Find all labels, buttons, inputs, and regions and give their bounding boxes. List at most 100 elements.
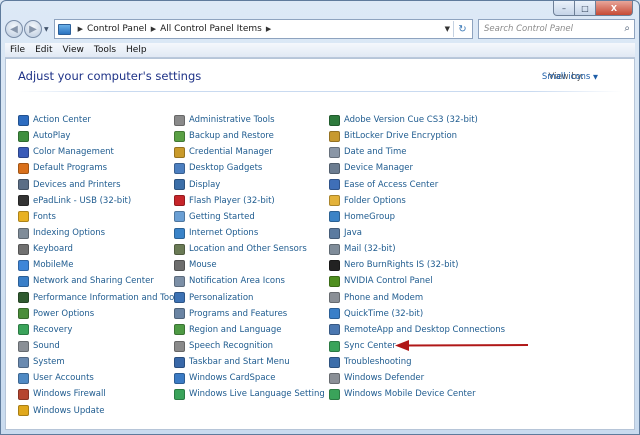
cp-item-label[interactable]: Region and Language <box>189 325 281 335</box>
cp-item-label[interactable]: Mail (32-bit) <box>344 244 396 254</box>
cp-item-device-manager[interactable]: Device Manager <box>329 160 505 176</box>
maximize-button[interactable]: □ <box>575 1 596 16</box>
cp-item-label[interactable]: Nero BurnRights IS (32-bit) <box>344 260 458 270</box>
cp-item-windows-cardspace[interactable]: Windows CardSpace <box>174 370 325 386</box>
cp-item-label[interactable]: Default Programs <box>33 163 107 173</box>
cp-item-epadlink-usb-32-bit[interactable]: ePadLink - USB (32-bit) <box>18 193 181 209</box>
cp-item-label[interactable]: Color Management <box>33 147 114 157</box>
cp-item-label[interactable]: Sync Center <box>344 341 396 351</box>
cp-item-mail-32-bit[interactable]: Mail (32-bit) <box>329 241 505 257</box>
cp-item-label[interactable]: Display <box>189 180 220 190</box>
cp-item-label[interactable]: Adobe Version Cue CS3 (32-bit) <box>344 115 478 125</box>
cp-item-system[interactable]: System <box>18 354 181 370</box>
cp-item-devices-and-printers[interactable]: Devices and Printers <box>18 177 181 193</box>
cp-item-keyboard[interactable]: Keyboard <box>18 241 181 257</box>
cp-item-label[interactable]: BitLocker Drive Encryption <box>344 131 457 141</box>
cp-item-label[interactable]: Desktop Gadgets <box>189 163 262 173</box>
cp-item-label[interactable]: Windows Update <box>33 406 104 416</box>
cp-item-label[interactable]: Keyboard <box>33 244 73 254</box>
cp-item-sound[interactable]: Sound <box>18 338 181 354</box>
close-button[interactable]: X <box>596 1 633 16</box>
cp-item-label[interactable]: Ease of Access Center <box>344 180 438 190</box>
cp-item-label[interactable]: Administrative Tools <box>189 115 275 125</box>
address-bar[interactable]: ▶ Control Panel ▶ All Control Panel Item… <box>53 19 473 39</box>
view-by-dropdown[interactable]: Small icons ▼ <box>542 72 598 82</box>
cp-item-mobileme[interactable]: MobileMe <box>18 257 181 273</box>
cp-item-label[interactable]: Taskbar and Start Menu <box>189 357 290 367</box>
cp-item-label[interactable]: Sound <box>33 341 60 351</box>
cp-item-label[interactable]: QuickTime (32-bit) <box>344 309 423 319</box>
cp-item-label[interactable]: Credential Manager <box>189 147 273 157</box>
cp-item-label[interactable]: System <box>33 357 65 367</box>
cp-item-notification-area-icons[interactable]: Notification Area Icons <box>174 273 325 289</box>
breadcrumb-separator-icon[interactable]: ▶ <box>266 25 271 33</box>
cp-item-mouse[interactable]: Mouse <box>174 257 325 273</box>
cp-item-windows-live-language-setting[interactable]: Windows Live Language Setting <box>174 386 325 402</box>
cp-item-backup-and-restore[interactable]: Backup and Restore <box>174 128 325 144</box>
cp-item-label[interactable]: Recovery <box>33 325 72 335</box>
cp-item-label[interactable]: ePadLink - USB (32-bit) <box>33 196 131 206</box>
cp-item-label[interactable]: Getting Started <box>189 212 255 222</box>
cp-item-date-and-time[interactable]: Date and Time <box>329 144 505 160</box>
cp-item-label[interactable]: Personalization <box>189 293 253 303</box>
breadcrumb-separator-icon[interactable]: ▶ <box>151 25 156 33</box>
cp-item-flash-player-32-bit[interactable]: Flash Player (32-bit) <box>174 193 325 209</box>
cp-item-label[interactable]: RemoteApp and Desktop Connections <box>344 325 505 335</box>
cp-item-java[interactable]: Java <box>329 225 505 241</box>
cp-item-label[interactable]: Fonts <box>33 212 56 222</box>
recent-pages-dropdown-icon[interactable]: ▼ <box>44 26 49 33</box>
cp-item-label[interactable]: Indexing Options <box>33 228 105 238</box>
breadcrumb-separator-icon[interactable]: ▶ <box>78 25 83 33</box>
chevron-down-icon[interactable]: ▼ <box>593 73 598 81</box>
breadcrumb-control-panel[interactable]: Control Panel <box>87 24 147 34</box>
menu-file[interactable]: File <box>5 45 30 55</box>
cp-item-label[interactable]: Backup and Restore <box>189 131 274 141</box>
cp-item-display[interactable]: Display <box>174 177 325 193</box>
cp-item-folder-options[interactable]: Folder Options <box>329 193 505 209</box>
cp-item-label[interactable]: Mouse <box>189 260 217 270</box>
cp-item-network-and-sharing-center[interactable]: Network and Sharing Center <box>18 273 181 289</box>
cp-item-desktop-gadgets[interactable]: Desktop Gadgets <box>174 160 325 176</box>
menu-edit[interactable]: Edit <box>30 45 57 55</box>
cp-item-remoteapp-and-desktop-connections[interactable]: RemoteApp and Desktop Connections <box>329 322 505 338</box>
cp-item-quicktime-32-bit[interactable]: QuickTime (32-bit) <box>329 306 505 322</box>
cp-item-label[interactable]: Windows CardSpace <box>189 373 275 383</box>
cp-item-indexing-options[interactable]: Indexing Options <box>18 225 181 241</box>
cp-item-bitlocker-drive-encryption[interactable]: BitLocker Drive Encryption <box>329 128 505 144</box>
cp-item-label[interactable]: HomeGroup <box>344 212 395 222</box>
cp-item-nero-burnrights-is-32-bit[interactable]: Nero BurnRights IS (32-bit) <box>329 257 505 273</box>
cp-item-troubleshooting[interactable]: Troubleshooting <box>329 354 505 370</box>
breadcrumb-all-items[interactable]: All Control Panel Items <box>160 24 262 34</box>
cp-item-personalization[interactable]: Personalization <box>174 290 325 306</box>
search-icon[interactable]: ⌕ <box>624 23 630 34</box>
minimize-button[interactable]: – <box>553 1 575 16</box>
cp-item-default-programs[interactable]: Default Programs <box>18 160 181 176</box>
cp-item-label[interactable]: AutoPlay <box>33 131 70 141</box>
back-button[interactable]: ◀ <box>5 20 23 38</box>
cp-item-sync-center[interactable]: Sync Center <box>329 338 505 354</box>
cp-item-label[interactable]: Windows Defender <box>344 373 424 383</box>
cp-item-label[interactable]: Internet Options <box>189 228 258 238</box>
cp-item-label[interactable]: Programs and Features <box>189 309 287 319</box>
cp-item-homegroup[interactable]: HomeGroup <box>329 209 505 225</box>
cp-item-windows-defender[interactable]: Windows Defender <box>329 370 505 386</box>
cp-item-internet-options[interactable]: Internet Options <box>174 225 325 241</box>
cp-item-label[interactable]: MobileMe <box>33 260 73 270</box>
menu-help[interactable]: Help <box>121 45 152 55</box>
cp-item-color-management[interactable]: Color Management <box>18 144 181 160</box>
cp-item-windows-firewall[interactable]: Windows Firewall <box>18 386 181 402</box>
cp-item-windows-update[interactable]: Windows Update <box>18 403 181 419</box>
cp-item-getting-started[interactable]: Getting Started <box>174 209 325 225</box>
cp-item-label[interactable]: Device Manager <box>344 163 413 173</box>
cp-item-windows-mobile-device-center[interactable]: Windows Mobile Device Center <box>329 386 505 402</box>
cp-item-label[interactable]: Date and Time <box>344 147 407 157</box>
cp-item-adobe-version-cue-cs3-32-bit[interactable]: Adobe Version Cue CS3 (32-bit) <box>329 112 505 128</box>
cp-item-label[interactable]: Devices and Printers <box>33 180 121 190</box>
cp-item-label[interactable]: Power Options <box>33 309 94 319</box>
cp-item-power-options[interactable]: Power Options <box>18 306 181 322</box>
cp-item-performance-information-and-tools[interactable]: Performance Information and Tools <box>18 290 181 306</box>
cp-item-location-and-other-sensors[interactable]: Location and Other Sensors <box>174 241 325 257</box>
cp-item-label[interactable]: Folder Options <box>344 196 406 206</box>
view-by-value[interactable]: Small icons <box>542 72 590 82</box>
cp-item-label[interactable]: Speech Recognition <box>189 341 273 351</box>
